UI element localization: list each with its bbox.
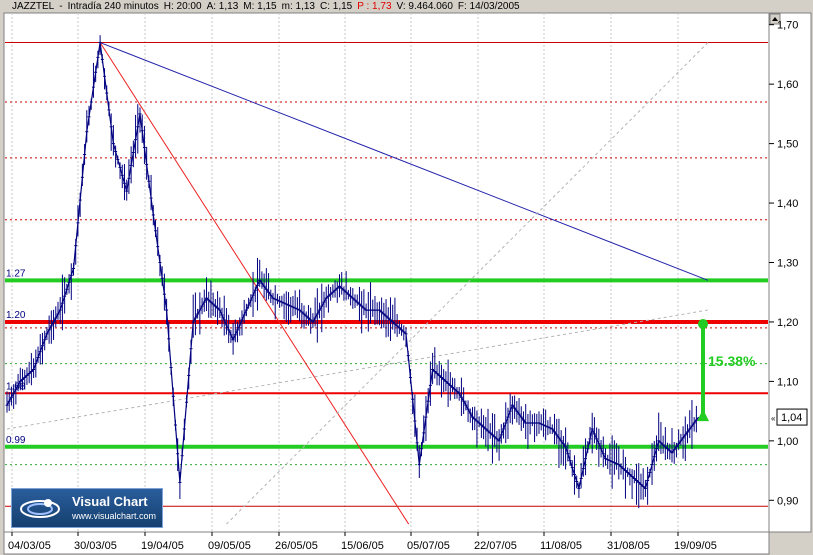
chart-header: JAZZTEL - Intradía 240 minutos H: 20:00 A: 1… (12, 1, 525, 12)
x-tick-label: 30/03/05 (74, 540, 117, 552)
x-tick-label: 09/05/05 (208, 540, 251, 552)
y-tick-label: 1,10 (777, 376, 798, 388)
last-value-marker: « (771, 414, 776, 423)
y-tick-label: 0,90 (777, 495, 798, 507)
y-tick-label: 1,20 (777, 317, 798, 329)
last-value-label: 1,04 (781, 412, 802, 424)
high: M: 1,15 (243, 1, 277, 12)
chart-stage: 1.271.201.080.99 15.38% 1,701,601,501,40… (3, 12, 812, 555)
visual-chart-logo: Visual Chart www.visualchart.com (11, 488, 163, 528)
x-tick-label: 05/07/05 (407, 540, 450, 552)
x-tick-label: 22/07/05 (474, 540, 517, 552)
level-label: 0.99 (6, 435, 26, 446)
x-tick-label: 15/06/05 (341, 540, 384, 552)
x-axis-panel (3, 531, 770, 555)
y-tick-label: 1,50 (777, 139, 798, 151)
x-tick-label: 19/04/05 (141, 540, 184, 552)
y-tick-label: 1,70 (777, 20, 798, 32)
close: C: 1,15 (319, 1, 353, 12)
y-tick-label: 1,00 (777, 436, 798, 448)
interval: Intradía 240 minutos (67, 1, 159, 12)
y-tick-label: 1,60 (777, 79, 798, 91)
level-label: 1.20 (6, 310, 26, 321)
hour: H: 20:00 (163, 1, 202, 12)
logo-name: Visual Chart (72, 494, 148, 509)
x-tick-label: 11/08/05 (540, 540, 582, 552)
x-tick-label: 26/05/05 (275, 540, 318, 552)
target-top-marker (698, 318, 708, 329)
volume: V: 9.464.060 (396, 1, 453, 12)
swirl-logo-icon (20, 499, 60, 518)
low: m: 1,13 (281, 1, 315, 12)
open: A: 1,13 (206, 1, 239, 12)
logo-url: www.visualchart.com (72, 511, 157, 521)
target-percent-label: 15.38% (708, 353, 756, 369)
level-label: 1.27 (6, 268, 26, 279)
y-tick-label: 1,30 (777, 258, 798, 270)
date: F: 14/03/2005 (457, 1, 520, 12)
x-tick-label: 19/09/05 (674, 540, 717, 552)
y-tick-label: 1,40 (777, 198, 798, 210)
symbol: JAZZTEL (12, 1, 55, 12)
x-tick-label: 04/03/05 (8, 540, 51, 552)
x-tick-label: 31/08/05 (607, 540, 650, 552)
price: P : 1,73 (357, 1, 392, 12)
separator: - (59, 1, 63, 12)
